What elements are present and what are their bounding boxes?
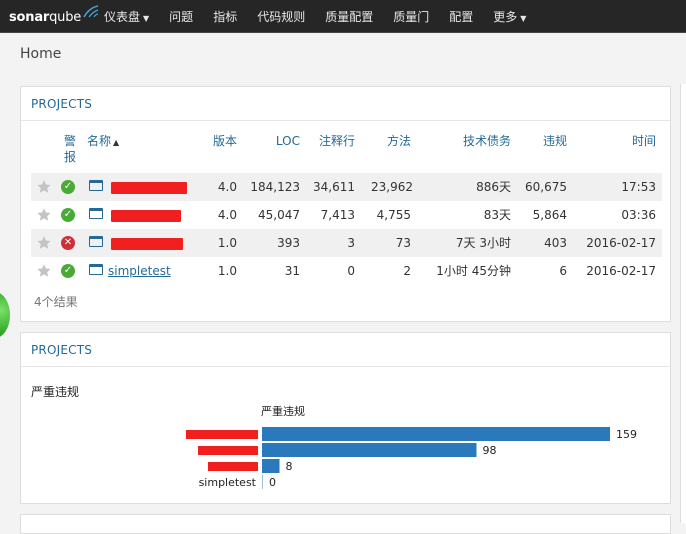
table-row: ✓ 4.0 184,123 34,611 23,962 886天 60,675 …: [31, 173, 662, 201]
nav-item-quality-profiles[interactable]: 质量配置: [325, 8, 373, 25]
results-count: 4个结果: [34, 295, 78, 309]
projects-table-widget: PROJECTS 警报 名称 ▲ 版本 LOC 注释行 方法 技术债务 违规 时间…: [20, 86, 671, 322]
project-icon: [89, 180, 103, 191]
cell-version: 1.0: [217, 236, 237, 250]
chart-title: 严重违规: [261, 404, 305, 418]
favorite-star-icon[interactable]: [36, 207, 52, 223]
cell-tech-debt: 1小时 45分钟: [436, 264, 511, 278]
sonarqube-logo[interactable]: sonarqube: [9, 5, 99, 28]
project-name-link[interactable]: simpletest: [108, 257, 171, 285]
cell-time: 03:36: [621, 208, 656, 222]
cell-methods: 2: [403, 264, 411, 278]
cell-time: 17:53: [621, 180, 656, 194]
nav-item-measures[interactable]: 指标: [213, 8, 237, 25]
column-header-name[interactable]: 名称 ▲: [87, 133, 119, 151]
bar-value-label: 159: [616, 428, 637, 441]
cell-tech-debt: 886天: [476, 180, 511, 194]
cell-comment-lines: 0: [347, 264, 355, 278]
logo-text-sonar: sonar: [9, 9, 50, 25]
next-widget: [20, 514, 671, 534]
quality-gate-failed-icon: ✕: [61, 236, 75, 250]
column-header-violations[interactable]: 违规: [531, 133, 567, 149]
chart-bar[interactable]: [262, 475, 263, 489]
caret-down-icon: ▼: [520, 14, 527, 23]
favorite-star-icon[interactable]: [36, 263, 52, 279]
floating-green-button[interactable]: [0, 292, 10, 338]
nav-item-issues[interactable]: 问题: [169, 8, 193, 25]
cell-loc: 393: [277, 236, 300, 250]
bar-value-label: 0: [269, 476, 276, 489]
caret-down-icon: ▼: [143, 14, 150, 23]
cell-version: 1.0: [217, 264, 237, 278]
chart-bar[interactable]: [262, 443, 477, 457]
column-header-alert[interactable]: 警报: [64, 133, 78, 165]
redaction-mark: [111, 210, 181, 222]
nav-item-settings[interactable]: 配置: [449, 8, 473, 25]
table-row: ✓ 4.0 45,047 7,413 4,755 83天 5,864 03:36: [31, 201, 662, 229]
cell-methods: 4,755: [376, 208, 411, 222]
cell-violations: 5,864: [532, 208, 567, 222]
cell-comment-lines: 34,611: [313, 180, 355, 194]
logo-wave-icon: [83, 5, 99, 18]
category-label: simpletest: [199, 476, 257, 489]
nav-item-more[interactable]: 更多 ▼: [493, 8, 526, 25]
page-title: Home: [20, 46, 62, 62]
cell-violations: 403: [544, 236, 567, 250]
nav-item-dashboards[interactable]: 仪表盘 ▼: [104, 8, 149, 25]
bar-value-label: 8: [286, 460, 293, 473]
table-row: ✓ simpletest 1.0 31 0 2 1小时 45分钟 6 2016-…: [31, 257, 662, 285]
critical-violations-bar-chart: 严重违规 159 98 80 simpletest: [186, 404, 637, 489]
cell-violations: 60,675: [525, 180, 567, 194]
cell-loc: 45,047: [258, 208, 300, 222]
redacted-category-label: [198, 446, 258, 455]
project-icon: [89, 236, 103, 247]
cell-loc: 31: [284, 264, 300, 278]
right-column-edge: [680, 84, 686, 523]
chart-bar[interactable]: [262, 427, 610, 441]
redaction-mark: [111, 238, 183, 250]
top-navigation-bar: sonarqube 仪表盘 ▼ 问题 指标 代码规则 质量配置 质量门 配置 更多…: [0, 0, 686, 33]
projects-chart-widget: PROJECTS 严重违规 严重违规 159 98 8 0 simpletest: [20, 332, 671, 504]
cell-methods: 73: [395, 236, 411, 250]
quality-gate-passed-icon: ✓: [61, 264, 75, 278]
nav-menu: 仪表盘 ▼ 问题 指标 代码规则 质量配置 质量门 配置 更多 ▼: [104, 0, 546, 33]
column-header-tech-debt[interactable]: 技术债务: [451, 133, 511, 149]
column-header-version[interactable]: 版本: [207, 133, 237, 149]
favorite-star-icon[interactable]: [36, 235, 52, 251]
bar-value-label: 98: [482, 444, 496, 457]
nav-item-rules[interactable]: 代码规则: [257, 8, 305, 25]
column-header-loc[interactable]: LOC: [270, 133, 300, 149]
cell-tech-debt: 83天: [483, 208, 511, 222]
cell-version: 4.0: [217, 208, 237, 222]
cell-version: 4.0: [217, 180, 237, 194]
widget-title: PROJECTS: [21, 333, 670, 367]
widget-title: PROJECTS: [21, 87, 670, 121]
project-icon: [89, 264, 103, 275]
redacted-category-label: [208, 462, 258, 471]
cell-time: 2016-02-17: [586, 264, 656, 278]
column-header-time[interactable]: 时间: [621, 133, 656, 149]
cell-tech-debt: 7天 3小时: [455, 236, 511, 250]
column-header-comment-lines[interactable]: 注释行: [311, 133, 355, 149]
column-header-methods[interactable]: 方法: [381, 133, 411, 149]
chart-bar[interactable]: [262, 459, 280, 473]
cell-methods: 23,962: [371, 180, 413, 194]
redaction-mark: [111, 182, 187, 194]
nav-item-quality-gates[interactable]: 质量门: [393, 8, 429, 25]
sort-ascending-icon: ▲: [113, 138, 120, 147]
quality-gate-passed-icon: ✓: [61, 208, 75, 222]
redacted-category-label: [186, 430, 258, 439]
logo-text-qube: qube: [49, 9, 82, 25]
favorite-star-icon[interactable]: [36, 179, 52, 195]
cell-comment-lines: 3: [347, 236, 355, 250]
cell-violations: 6: [559, 264, 567, 278]
cell-comment-lines: 7,413: [320, 208, 355, 222]
cell-time: 2016-02-17: [586, 236, 656, 250]
quality-gate-passed-icon: ✓: [61, 180, 75, 194]
table-row: ✕ 1.0 393 3 73 7天 3小时 403 2016-02-17: [31, 229, 662, 257]
project-icon: [89, 208, 103, 219]
cell-loc: 184,123: [250, 180, 300, 194]
